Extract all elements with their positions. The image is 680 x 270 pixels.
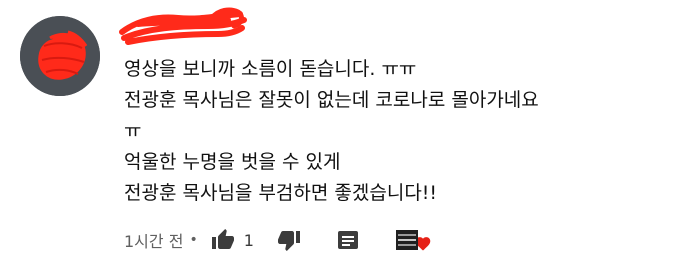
- author-name-redacted[interactable]: [118, 6, 248, 50]
- comment-line: 영상을 보니까 소름이 돋습니다. ㅠㅠ: [124, 58, 417, 80]
- separator-dot: •: [189, 232, 198, 248]
- comment-line: 전광훈 목사님은 잘못이 없는데 코로나로 몰아가네요: [124, 89, 539, 111]
- comment-line: 전광훈 목사님을 부검하면 좋겠습니다!!: [124, 182, 438, 204]
- avatar-scribble-icon: [20, 16, 100, 96]
- dislike-button[interactable]: [276, 228, 302, 252]
- like-button[interactable]: [210, 228, 236, 252]
- comment-action-bar: 1시간 전 • 1: [124, 224, 432, 256]
- thumb-up-icon: [211, 229, 234, 249]
- creator-heart-badge[interactable]: [395, 229, 432, 251]
- comment-line: 억울한 누명을 벗을 수 있게: [124, 151, 341, 173]
- thumb-down-icon: [277, 231, 300, 251]
- reply-icon: [337, 231, 358, 249]
- creator-avatar: [395, 230, 418, 250]
- comment-timestamp[interactable]: 1시간 전: [124, 228, 183, 252]
- reply-button[interactable]: [336, 228, 360, 252]
- name-scribble-icon: [119, 7, 247, 45]
- author-avatar[interactable]: [20, 16, 100, 96]
- like-count: 1: [243, 230, 254, 250]
- comment-line: ㅠ: [124, 120, 142, 142]
- comment-text: 영상을 보니까 소름이 돋습니다. ㅠㅠ 전광훈 목사님은 잘못이 없는데 코로…: [124, 54, 664, 209]
